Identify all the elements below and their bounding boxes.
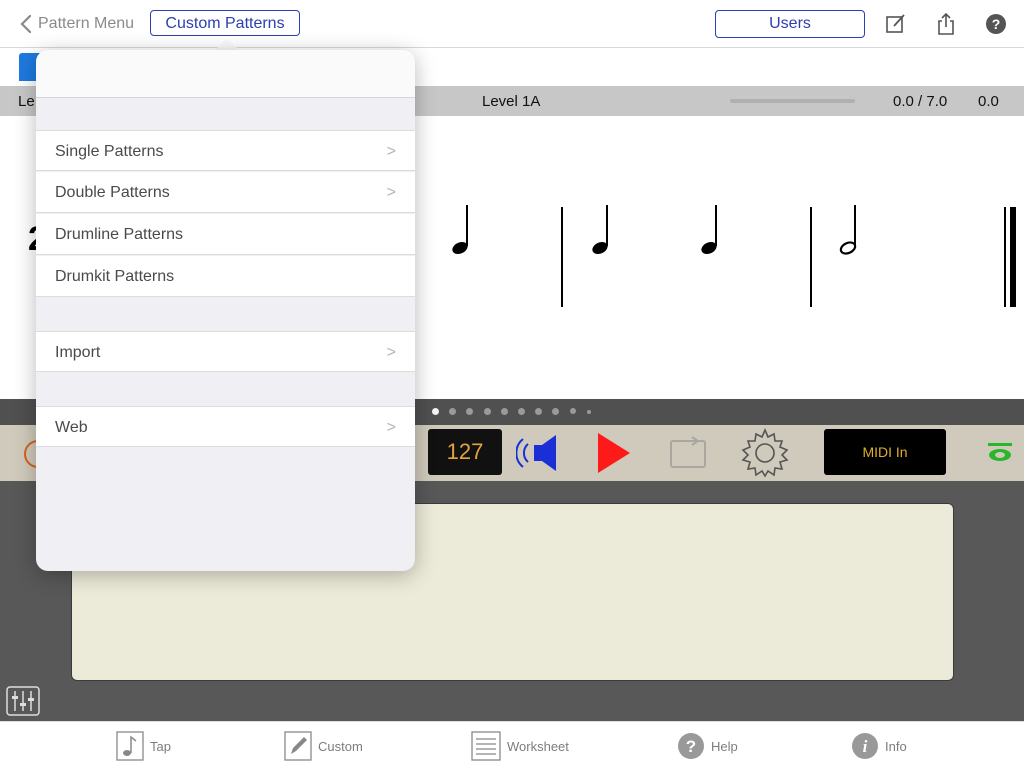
tab-worksheet[interactable]: Worksheet xyxy=(471,730,569,762)
menu-item-drumline-patterns[interactable]: Drumline Patterns xyxy=(36,214,415,255)
tab-info-label: Info xyxy=(885,738,907,754)
menu-item-import[interactable]: Import > xyxy=(36,331,415,372)
back-label: Pattern Menu xyxy=(38,15,135,32)
chevron-right-icon: > xyxy=(386,184,396,201)
page-dot[interactable] xyxy=(518,408,525,415)
menu-item-single-patterns[interactable]: Single Patterns > xyxy=(36,130,415,171)
settings-gear-icon[interactable] xyxy=(740,428,790,478)
svg-text:i: i xyxy=(863,737,868,756)
music-note-icon xyxy=(116,731,144,761)
speaker-icon[interactable] xyxy=(516,429,560,477)
svg-text:?: ? xyxy=(686,737,696,756)
tab-tap-label: Tap xyxy=(150,738,171,754)
page-dot[interactable] xyxy=(500,408,508,415)
level-name: Level 1A xyxy=(482,93,541,110)
half-note xyxy=(839,205,857,255)
menu-item-label: Single Patterns xyxy=(55,143,164,160)
tab-custom[interactable]: Custom xyxy=(284,730,363,762)
velocity-display[interactable]: 127 xyxy=(428,429,502,475)
quarter-note xyxy=(452,205,468,255)
play-icon[interactable] xyxy=(596,431,632,475)
tab-tap[interactable]: Tap xyxy=(116,730,171,762)
menu-item-label: Double Patterns xyxy=(55,184,170,201)
tab-help-label: Help xyxy=(711,738,738,754)
info-icon: i xyxy=(852,733,878,759)
chevron-left-icon xyxy=(20,15,32,33)
chevron-right-icon: > xyxy=(386,143,396,160)
level-label: Le xyxy=(18,93,35,110)
tuner-icon[interactable] xyxy=(986,441,1014,463)
share-icon[interactable] xyxy=(934,12,958,36)
page-dot[interactable] xyxy=(586,410,591,414)
popover-header xyxy=(36,50,415,98)
tab-help[interactable]: ? Help xyxy=(677,730,738,762)
mixer-sliders-icon[interactable] xyxy=(6,686,40,716)
custom-patterns-button[interactable]: Custom Patterns xyxy=(150,10,300,36)
tab-info[interactable]: i Info xyxy=(851,730,907,762)
quarter-note xyxy=(592,205,608,255)
list-icon xyxy=(471,731,501,761)
menu-item-double-patterns[interactable]: Double Patterns > xyxy=(36,172,415,213)
menu-item-label: Web xyxy=(55,419,88,436)
menu-item-web[interactable]: Web > xyxy=(36,406,415,447)
chevron-right-icon: > xyxy=(386,419,396,436)
loop-icon[interactable] xyxy=(668,435,708,471)
svg-text:?: ? xyxy=(992,16,1001,32)
custom-patterns-popover: Single Patterns > Double Patterns > Drum… xyxy=(36,50,415,571)
back-button[interactable]: Pattern Menu xyxy=(20,10,134,38)
help-circle-icon: ? xyxy=(678,733,704,759)
page-dot[interactable] xyxy=(432,408,439,415)
level-progress-bar xyxy=(730,99,855,103)
quarter-note xyxy=(701,205,717,255)
score-value: 0.0 xyxy=(978,93,999,110)
midi-in-button[interactable]: MIDI In xyxy=(824,429,946,475)
tab-custom-label: Custom xyxy=(318,738,363,754)
score-ratio: 0.0 / 7.0 xyxy=(893,93,948,110)
menu-item-label: Drumkit Patterns xyxy=(55,268,175,285)
help-icon[interactable]: ? xyxy=(984,12,1008,36)
menu-item-drumkit-patterns[interactable]: Drumkit Patterns xyxy=(36,256,415,297)
users-button[interactable]: Users xyxy=(715,10,865,38)
menu-item-label: Drumline Patterns xyxy=(55,226,184,243)
menu-item-label: Import xyxy=(55,344,101,361)
pencil-icon xyxy=(284,731,312,761)
page-dot[interactable] xyxy=(569,408,576,414)
page-dot[interactable] xyxy=(483,408,491,415)
chevron-right-icon: > xyxy=(386,344,396,361)
bottom-tab-bar: Tap Custom Worksheet ? Help i Info xyxy=(0,721,1024,769)
tab-worksheet-label: Worksheet xyxy=(507,738,569,754)
compose-icon[interactable] xyxy=(884,12,908,36)
final-bar-thick xyxy=(1010,207,1016,307)
